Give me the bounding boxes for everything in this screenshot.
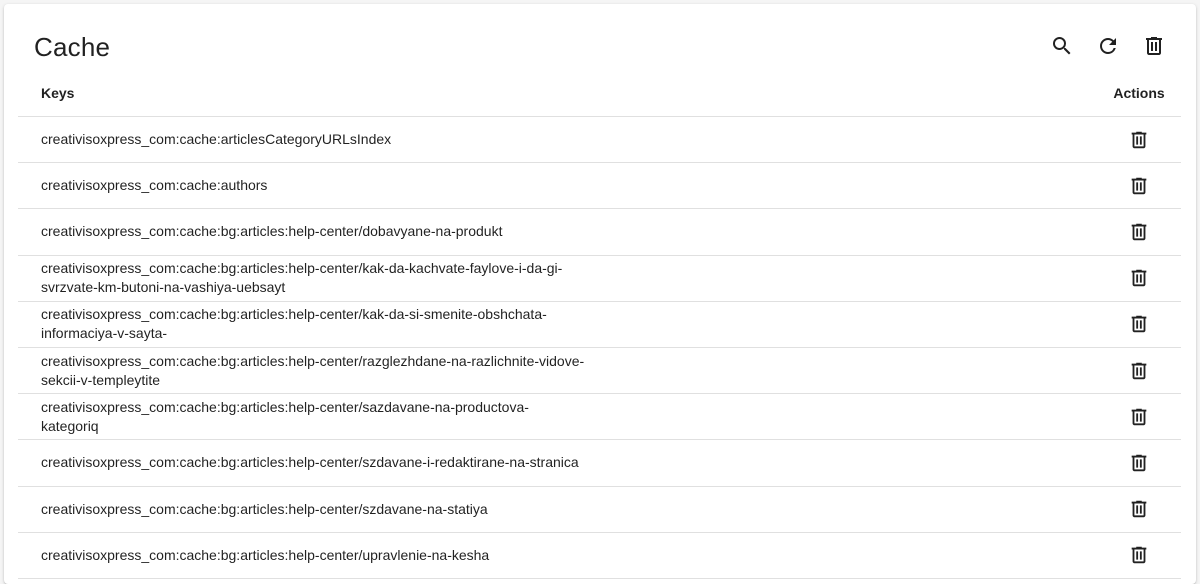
cache-key-text: creativisoxpress_com:cache:bg:articles:h… [41,398,529,434]
cache-key-text: creativisoxpress_com:cache:bg:articles:h… [41,260,563,296]
search-button[interactable] [1044,28,1080,64]
trash-icon [1131,454,1147,472]
trash-icon [1131,223,1147,241]
delete-key-button[interactable] [1123,262,1155,294]
table-row: creativisoxpress_com:cache:bg:articles:h… [18,487,1181,533]
cache-key-cell: creativisoxpress_com:cache:bg:articles:h… [18,352,1101,390]
refresh-icon [1100,38,1116,54]
cache-key-text: creativisoxpress_com:cache:bg:articles:h… [41,454,579,471]
cache-key-cell: creativisoxpress_com:cache:bg:articles:h… [18,259,1101,297]
table-row: creativisoxpress_com:cache:bg:articles:h… [18,394,1181,441]
delete-all-button[interactable] [1136,28,1172,64]
table-row: creativisoxpress_com:cache:bg:articles:h… [18,348,1181,395]
delete-key-button[interactable] [1123,355,1155,387]
cache-key-cell: creativisoxpress_com:cache:bg:articles:h… [18,222,1101,241]
cache-key-cell: creativisoxpress_com:cache:bg:articles:h… [18,453,1101,472]
trash-icon [1131,547,1147,564]
cache-key-cell: creativisoxpress_com:cache:bg:articles:h… [18,500,1101,519]
cache-key-text: creativisoxpress_com:cache:bg:articles:h… [41,223,503,240]
actions-cell [1101,308,1181,340]
cache-table: Keys Actions creativisoxpress_com:cache:… [18,70,1181,579]
delete-key-button[interactable] [1123,124,1155,156]
trash-icon [1131,362,1147,379]
toolbar [1044,28,1172,64]
table-row: creativisoxpress_com:cache:bg:articles:h… [18,209,1181,256]
actions-cell [1101,355,1181,387]
table-row: creativisoxpress_com:cache:bg:articles:h… [18,256,1181,302]
actions-cell [1101,170,1181,202]
cache-key-text: creativisoxpress_com:cache:authors [41,177,268,194]
cache-key-text: creativisoxpress_com:cache:bg:articles:h… [41,500,488,517]
delete-key-button[interactable] [1123,447,1155,479]
trash-icon [1131,316,1147,333]
cache-key-text: creativisoxpress_com:cache:bg:articles:h… [41,352,585,388]
trash-icon [1146,37,1162,55]
trash-icon [1131,177,1147,195]
table-row: creativisoxpress_com:cache:articlesCateg… [18,117,1181,164]
trash-icon [1131,408,1147,425]
cache-key-text: creativisoxpress_com:cache:bg:articles:h… [41,306,547,342]
table-row: creativisoxpress_com:cache:bg:articles:h… [18,533,1181,579]
column-header-actions: Actions [1113,85,1165,101]
trash-icon [1131,131,1147,148]
delete-key-button[interactable] [1123,308,1155,340]
delete-key-button[interactable] [1123,401,1155,433]
delete-key-button[interactable] [1123,170,1155,202]
table-header: Keys Actions [18,70,1181,117]
actions-cell [1101,124,1181,156]
page-title: Cache [34,32,111,62]
actions-cell [1101,216,1181,248]
cache-key-text: creativisoxpress_com:cache:articlesCateg… [41,131,392,148]
cache-key-text: creativisoxpress_com:cache:bg:articles:h… [41,546,490,563]
cache-key-cell: creativisoxpress_com:cache:articlesCateg… [18,130,1101,149]
table-row: creativisoxpress_com:cache:authors [18,163,1181,210]
trash-icon [1131,500,1147,518]
actions-cell [1101,401,1181,433]
actions-cell [1101,447,1181,479]
table-body: creativisoxpress_com:cache:articlesCateg… [18,117,1181,579]
cache-key-cell: creativisoxpress_com:cache:authors [18,176,1101,195]
table-row: creativisoxpress_com:cache:bg:articles:h… [18,302,1181,348]
cache-key-cell: creativisoxpress_com:cache:bg:articles:h… [18,305,1101,343]
trash-icon [1131,269,1147,287]
actions-cell [1101,539,1181,571]
delete-key-button[interactable] [1123,539,1155,571]
column-header-keys: Keys [41,85,75,101]
actions-cell [1101,493,1181,525]
table-row: creativisoxpress_com:cache:bg:articles:h… [18,440,1181,487]
actions-cell [1101,262,1181,294]
cache-key-cell: creativisoxpress_com:cache:bg:articles:h… [18,546,1101,565]
cache-card: Cache Keys Actions creativisoxpress_com:… [4,4,1196,584]
refresh-button[interactable] [1090,28,1126,64]
delete-key-button[interactable] [1123,216,1155,248]
delete-key-button[interactable] [1123,493,1155,525]
search-icon [1053,37,1071,55]
cache-key-cell: creativisoxpress_com:cache:bg:articles:h… [18,398,1101,436]
